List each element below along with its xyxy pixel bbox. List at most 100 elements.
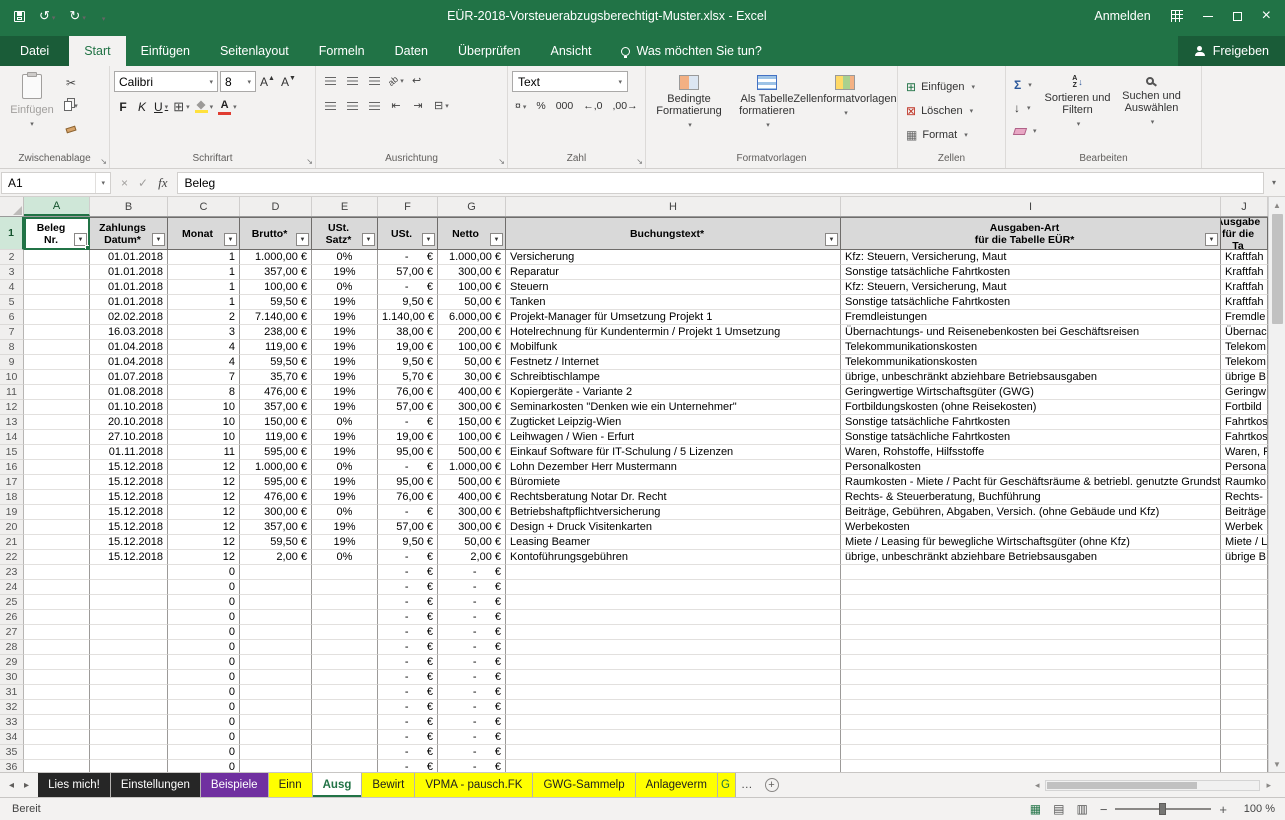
cell-F5[interactable]: 9,50 € <box>378 295 438 310</box>
cell-C33[interactable]: 0 <box>168 715 240 730</box>
undo-icon[interactable]: ↺▾ <box>39 8 55 24</box>
cell-A17[interactable] <box>24 475 90 490</box>
tab-formeln[interactable]: Formeln <box>304 36 380 66</box>
cell-J29[interactable] <box>1221 655 1268 670</box>
row-header-25[interactable]: 25 <box>0 595 24 610</box>
align-right-icon[interactable] <box>364 96 384 115</box>
cell-H26[interactable] <box>506 610 841 625</box>
sign-in-link[interactable]: Anmelden <box>1094 9 1150 23</box>
cell-J12[interactable]: Fortbild <box>1221 400 1268 415</box>
row-header-22[interactable]: 22 <box>0 550 24 565</box>
cell-A35[interactable] <box>24 745 90 760</box>
cell-G34[interactable]: - € <box>438 730 506 745</box>
cell-F18[interactable]: 76,00 € <box>378 490 438 505</box>
cell-H14[interactable]: Leihwagen / Wien - Erfurt <box>506 430 841 445</box>
cell-F17[interactable]: 95,00 € <box>378 475 438 490</box>
row-header-27[interactable]: 27 <box>0 625 24 640</box>
row-header-5[interactable]: 5 <box>0 295 24 310</box>
cell-G21[interactable]: 50,00 € <box>438 535 506 550</box>
cell-A20[interactable] <box>24 520 90 535</box>
cell-J18[interactable]: Rechts- <box>1221 490 1268 505</box>
cell-D24[interactable] <box>240 580 312 595</box>
cell-I21[interactable]: Miete / Leasing für bewegliche Wirtschaf… <box>841 535 1221 550</box>
increase-decimal-icon[interactable]: ←,0 <box>580 98 605 114</box>
cell-G12[interactable]: 300,00 € <box>438 400 506 415</box>
cell-H18[interactable]: Rechtsberatung Notar Dr. Recht <box>506 490 841 505</box>
cell-E16[interactable]: 0% <box>312 460 378 475</box>
cell-D18[interactable]: 476,00 € <box>240 490 312 505</box>
cell-D4[interactable]: 100,00 € <box>240 280 312 295</box>
row-header-1[interactable]: 1 <box>0 217 24 250</box>
cell-A8[interactable] <box>24 340 90 355</box>
sheet-tab-einstellungen[interactable]: Einstellungen <box>111 773 201 797</box>
cell-F6[interactable]: 1.140,00 € <box>378 310 438 325</box>
table-header-cell-F[interactable]: USt.▼ <box>378 217 438 250</box>
cell-E8[interactable]: 19% <box>312 340 378 355</box>
cell-C20[interactable]: 12 <box>168 520 240 535</box>
cell-H5[interactable]: Tanken <box>506 295 841 310</box>
row-header-26[interactable]: 26 <box>0 610 24 625</box>
cell-B25[interactable] <box>90 595 168 610</box>
cell-C25[interactable]: 0 <box>168 595 240 610</box>
row-header-11[interactable]: 11 <box>0 385 24 400</box>
cell-J21[interactable]: Miete / L <box>1221 535 1268 550</box>
cell-C34[interactable]: 0 <box>168 730 240 745</box>
cell-B19[interactable]: 15.12.2018 <box>90 505 168 520</box>
bold-button[interactable]: F <box>114 97 132 117</box>
font-name-select[interactable]: Calibri▾ <box>114 71 218 92</box>
cell-I25[interactable] <box>841 595 1221 610</box>
cell-D10[interactable]: 35,70 € <box>240 370 312 385</box>
cell-B29[interactable] <box>90 655 168 670</box>
cell-B17[interactable]: 15.12.2018 <box>90 475 168 490</box>
filter-dropdown-B[interactable]: ▼ <box>152 233 165 246</box>
accounting-format-icon[interactable]: ¤▾ <box>512 98 529 114</box>
cell-G7[interactable]: 200,00 € <box>438 325 506 340</box>
cell-J15[interactable]: Waren, R <box>1221 445 1268 460</box>
cell-D36[interactable] <box>240 760 312 772</box>
sheet-tab-lies-mich-[interactable]: Lies mich! <box>38 773 111 797</box>
cell-E4[interactable]: 0% <box>312 280 378 295</box>
cell-C6[interactable]: 2 <box>168 310 240 325</box>
cell-E33[interactable] <box>312 715 378 730</box>
cell-I30[interactable] <box>841 670 1221 685</box>
row-header-29[interactable]: 29 <box>0 655 24 670</box>
hscroll-left-icon[interactable]: ◂ <box>1031 780 1044 791</box>
cell-E7[interactable]: 19% <box>312 325 378 340</box>
cell-E3[interactable]: 19% <box>312 265 378 280</box>
enter-icon[interactable]: ✓ <box>138 176 148 190</box>
cell-B18[interactable]: 15.12.2018 <box>90 490 168 505</box>
cell-E17[interactable]: 19% <box>312 475 378 490</box>
cell-B31[interactable] <box>90 685 168 700</box>
column-header-H[interactable]: H <box>506 197 841 216</box>
cell-F21[interactable]: 9,50 € <box>378 535 438 550</box>
cell-G8[interactable]: 100,00 € <box>438 340 506 355</box>
tab-daten[interactable]: Daten <box>380 36 443 66</box>
name-box[interactable]: A1 ▾ <box>1 172 111 194</box>
comma-style-icon[interactable]: 000 <box>553 98 577 114</box>
cell-A30[interactable] <box>24 670 90 685</box>
cell-J34[interactable] <box>1221 730 1268 745</box>
cell-C36[interactable]: 0 <box>168 760 240 772</box>
cell-E26[interactable] <box>312 610 378 625</box>
close-icon[interactable]: × <box>1262 10 1271 22</box>
format-cells-button[interactable]: ▦Format▾ <box>902 125 979 145</box>
cell-D15[interactable]: 595,00 € <box>240 445 312 460</box>
cell-D9[interactable]: 59,50 € <box>240 355 312 370</box>
fill-button[interactable]: ↓▾ <box>1010 98 1041 118</box>
cell-I18[interactable]: Rechts- & Steuerberatung, Buchführung <box>841 490 1221 505</box>
cell-H27[interactable] <box>506 625 841 640</box>
cell-F13[interactable]: - € <box>378 415 438 430</box>
align-middle-icon[interactable] <box>342 71 362 90</box>
row-header-28[interactable]: 28 <box>0 640 24 655</box>
cell-G30[interactable]: - € <box>438 670 506 685</box>
cell-C31[interactable]: 0 <box>168 685 240 700</box>
cell-H34[interactable] <box>506 730 841 745</box>
font-size-select[interactable]: 8▾ <box>220 71 256 92</box>
cell-E6[interactable]: 19% <box>312 310 378 325</box>
cell-A26[interactable] <box>24 610 90 625</box>
sort-filter-button[interactable]: AZ↓ Sortieren und Filtern▾ <box>1041 69 1115 131</box>
cell-E5[interactable]: 19% <box>312 295 378 310</box>
cell-G9[interactable]: 50,00 € <box>438 355 506 370</box>
cell-H20[interactable]: Design + Druck Visitenkarten <box>506 520 841 535</box>
cell-C22[interactable]: 12 <box>168 550 240 565</box>
